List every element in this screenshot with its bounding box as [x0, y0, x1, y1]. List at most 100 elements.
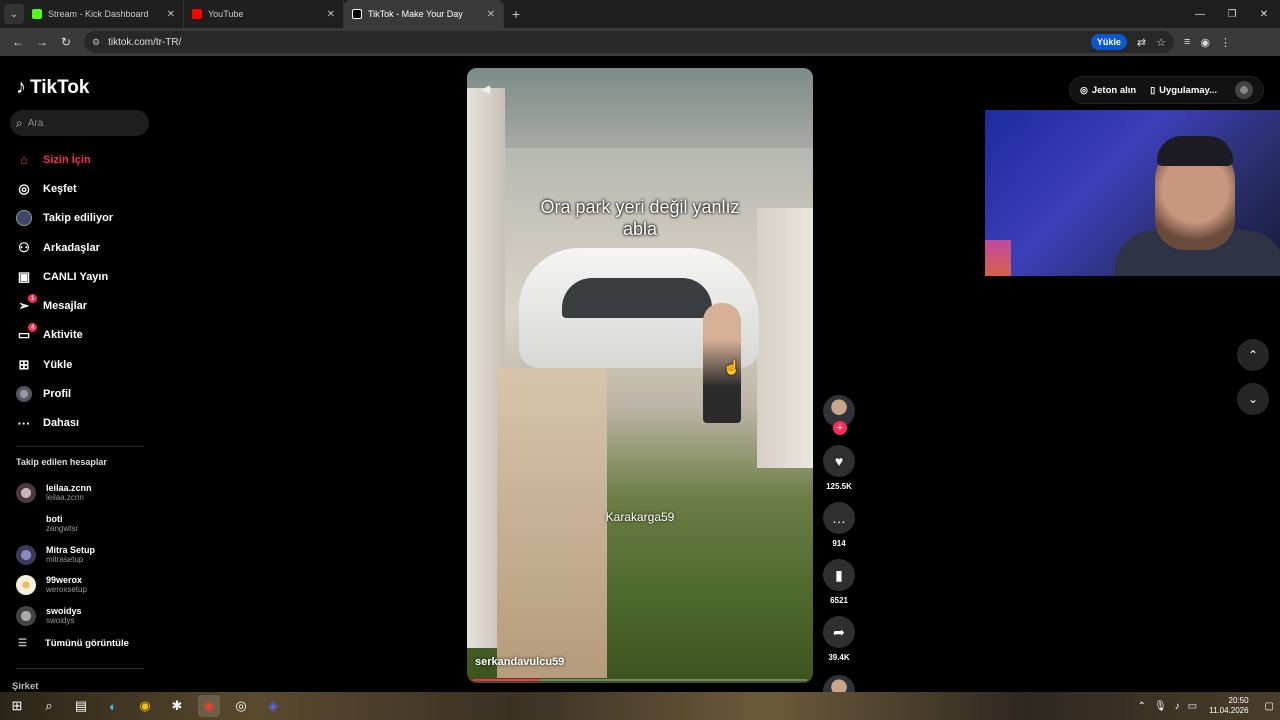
- minimize-icon[interactable]: —: [1184, 0, 1216, 28]
- account-name: leilaa.zcnn: [46, 483, 92, 494]
- install-app-button[interactable]: Yükle: [1090, 34, 1127, 50]
- nav-item-following[interactable]: Takip ediliyor: [16, 204, 156, 233]
- back-icon[interactable]: ←: [6, 35, 30, 49]
- chrome-icon[interactable]: ◉: [198, 695, 220, 717]
- next-video-button[interactable]: ⌄: [1237, 383, 1269, 415]
- new-tab-button[interactable]: +: [504, 6, 528, 22]
- share-count: 39.4K: [828, 653, 850, 662]
- list-item[interactable]: leilaa.zcnn leilaa.zcnn: [16, 478, 156, 509]
- video-author[interactable]: serkandavulcu59: [475, 656, 564, 668]
- close-tab-icon[interactable]: ✕: [167, 9, 175, 20]
- like-button[interactable]: ♥: [823, 445, 855, 477]
- notification-badge: 1: [28, 294, 37, 304]
- caption-line: Ora park yeri değil yanlız: [540, 197, 740, 217]
- clock[interactable]: 20:50 11.04.2026: [1209, 696, 1248, 716]
- nav-item-for-you[interactable]: ⌂ Sizin İçin: [16, 145, 156, 174]
- tab-kick[interactable]: Stream - Kick Dashboard ✕: [24, 0, 184, 28]
- account-name: 99werox: [46, 575, 83, 586]
- profile-icon[interactable]: ◉: [1200, 36, 1210, 49]
- bookmark-icon: ▮: [835, 566, 843, 583]
- list-item[interactable]: swoidys swoidys: [16, 601, 156, 632]
- search-icon: ⌕: [16, 115, 23, 130]
- tray-overflow-icon[interactable]: ⌃: [1138, 701, 1146, 712]
- author-avatar[interactable]: +: [823, 395, 855, 435]
- list-item[interactable]: 99werox weroxsetup: [16, 570, 156, 601]
- close-window-icon[interactable]: ✕: [1248, 0, 1280, 28]
- webcam-light: [985, 240, 1011, 276]
- company-link[interactable]: Şirket: [12, 681, 38, 692]
- reload-icon[interactable]: ↻: [54, 35, 78, 49]
- see-all-link[interactable]: ☰ Tümünü görüntüle: [18, 638, 129, 649]
- search-input[interactable]: ⌕ Ara: [10, 110, 149, 136]
- notifications-icon[interactable]: ▢: [1265, 701, 1274, 712]
- following-list: leilaa.zcnn leilaa.zcnn boti zangwtsr Mitr…: [16, 478, 156, 631]
- nav-item-more[interactable]: ··· Dahası: [16, 409, 156, 438]
- microphone-icon[interactable]: 🎙: [1154, 701, 1167, 712]
- nav-item-friends[interactable]: ⚇ Arkadaşlar: [16, 233, 156, 262]
- nav-item-upload[interactable]: ⊞ Yükle: [16, 350, 156, 379]
- bookmark-star-icon[interactable]: ☆: [1156, 36, 1166, 49]
- nav-label: Arkadaşlar: [43, 241, 100, 254]
- nav-label: Yükle: [43, 358, 73, 371]
- hand-cursor-icon: ☝: [723, 359, 741, 375]
- translate-icon[interactable]: ⇄: [1137, 36, 1146, 49]
- nav-item-live[interactable]: ▣ CANLI Yayın: [16, 262, 156, 291]
- nav-label: Takip ediliyor: [43, 212, 114, 225]
- site-info-icon[interactable]: ⚙: [92, 37, 100, 48]
- search-icon[interactable]: ⌕: [38, 695, 60, 717]
- list-item[interactable]: Mitra Setup mitrasetup: [16, 539, 156, 570]
- tab-search-button[interactable]: ⌄: [4, 4, 24, 24]
- chrome-icon[interactable]: ◉: [134, 695, 156, 717]
- forward-icon[interactable]: →: [30, 35, 54, 49]
- share-button[interactable]: ➦: [823, 616, 855, 648]
- avatar: [16, 483, 36, 504]
- close-tab-icon[interactable]: ✕: [327, 9, 335, 20]
- save-button[interactable]: ▮: [823, 559, 855, 591]
- app-icon[interactable]: ✱: [166, 695, 188, 717]
- nav-item-explore[interactable]: ◎ Keşfet: [16, 174, 156, 203]
- get-coins-button[interactable]: ◎ Jeton alın: [1080, 85, 1136, 96]
- comment-button[interactable]: …: [823, 502, 855, 534]
- profile-icon: [16, 386, 32, 403]
- restore-icon[interactable]: ❐: [1216, 0, 1248, 28]
- caption-line: abla: [622, 219, 658, 239]
- url-field[interactable]: ⚙ tiktok.com/tr-TR/ Yükle ⇄ ☆: [84, 31, 1174, 53]
- obs-icon[interactable]: ◎: [230, 695, 252, 717]
- user-avatar[interactable]: [1235, 81, 1253, 99]
- windows-start-icon[interactable]: ⊞: [6, 695, 28, 717]
- discord-icon[interactable]: ◈: [262, 695, 284, 717]
- speaker-icon[interactable]: ♪: [1175, 701, 1180, 712]
- video-player[interactable]: ◀ Ora park yeri değil yanlız abla Karaka…: [467, 68, 813, 683]
- nav-item-activity[interactable]: ▭ 4 Aktivite: [16, 321, 156, 350]
- browser-menu-icon[interactable]: ⋮: [1220, 36, 1231, 49]
- task-view-icon[interactable]: ▤: [70, 695, 92, 717]
- network-icon[interactable]: ▭: [1188, 701, 1197, 712]
- tab-tiktok[interactable]: TikTok - Make Your Day ✕: [344, 0, 504, 28]
- list-item[interactable]: boti zangwtsr: [16, 509, 156, 540]
- previous-video-button[interactable]: ⌃: [1237, 339, 1269, 371]
- follow-plus-icon[interactable]: +: [833, 421, 847, 435]
- home-icon: ⌂: [20, 152, 28, 168]
- search-placeholder: Ara: [27, 117, 44, 129]
- avatar-icon: [16, 210, 32, 227]
- window-controls: — ❐ ✕: [1184, 0, 1280, 28]
- tab-youtube[interactable]: YouTube ✕: [184, 0, 344, 28]
- tiktok-logo[interactable]: ♪ TikTok: [16, 76, 89, 99]
- live-tv-icon: ▣: [17, 268, 31, 284]
- nav-item-profile[interactable]: Profil: [16, 379, 156, 408]
- send-icon: ➢ 1: [16, 294, 37, 314]
- list-icon: ☰: [18, 638, 27, 649]
- tab-title: Stream - Kick Dashboard: [48, 9, 149, 19]
- close-tab-icon[interactable]: ✕: [487, 9, 495, 20]
- following-header: Takip edilen hesaplar: [16, 457, 107, 467]
- address-bar-row: ← → ↻ ⚙ tiktok.com/tr-TR/ Yükle ⇄ ☆ ≡ ◉ …: [0, 28, 1280, 56]
- webcam-overlay: [985, 110, 1280, 276]
- get-app-button[interactable]: ▯ Uygulamay...: [1150, 85, 1217, 96]
- url-text: tiktok.com/tr-TR/: [108, 36, 182, 48]
- volume-icon[interactable]: ◀: [481, 82, 490, 96]
- video-progress-bar[interactable]: [473, 679, 807, 681]
- media-controls-icon[interactable]: ≡: [1184, 36, 1190, 49]
- edge-icon[interactable]: ◐: [102, 695, 124, 717]
- webcam-person-hair: [1157, 136, 1233, 166]
- nav-item-messages[interactable]: ➢ 1 Mesajlar: [16, 291, 156, 320]
